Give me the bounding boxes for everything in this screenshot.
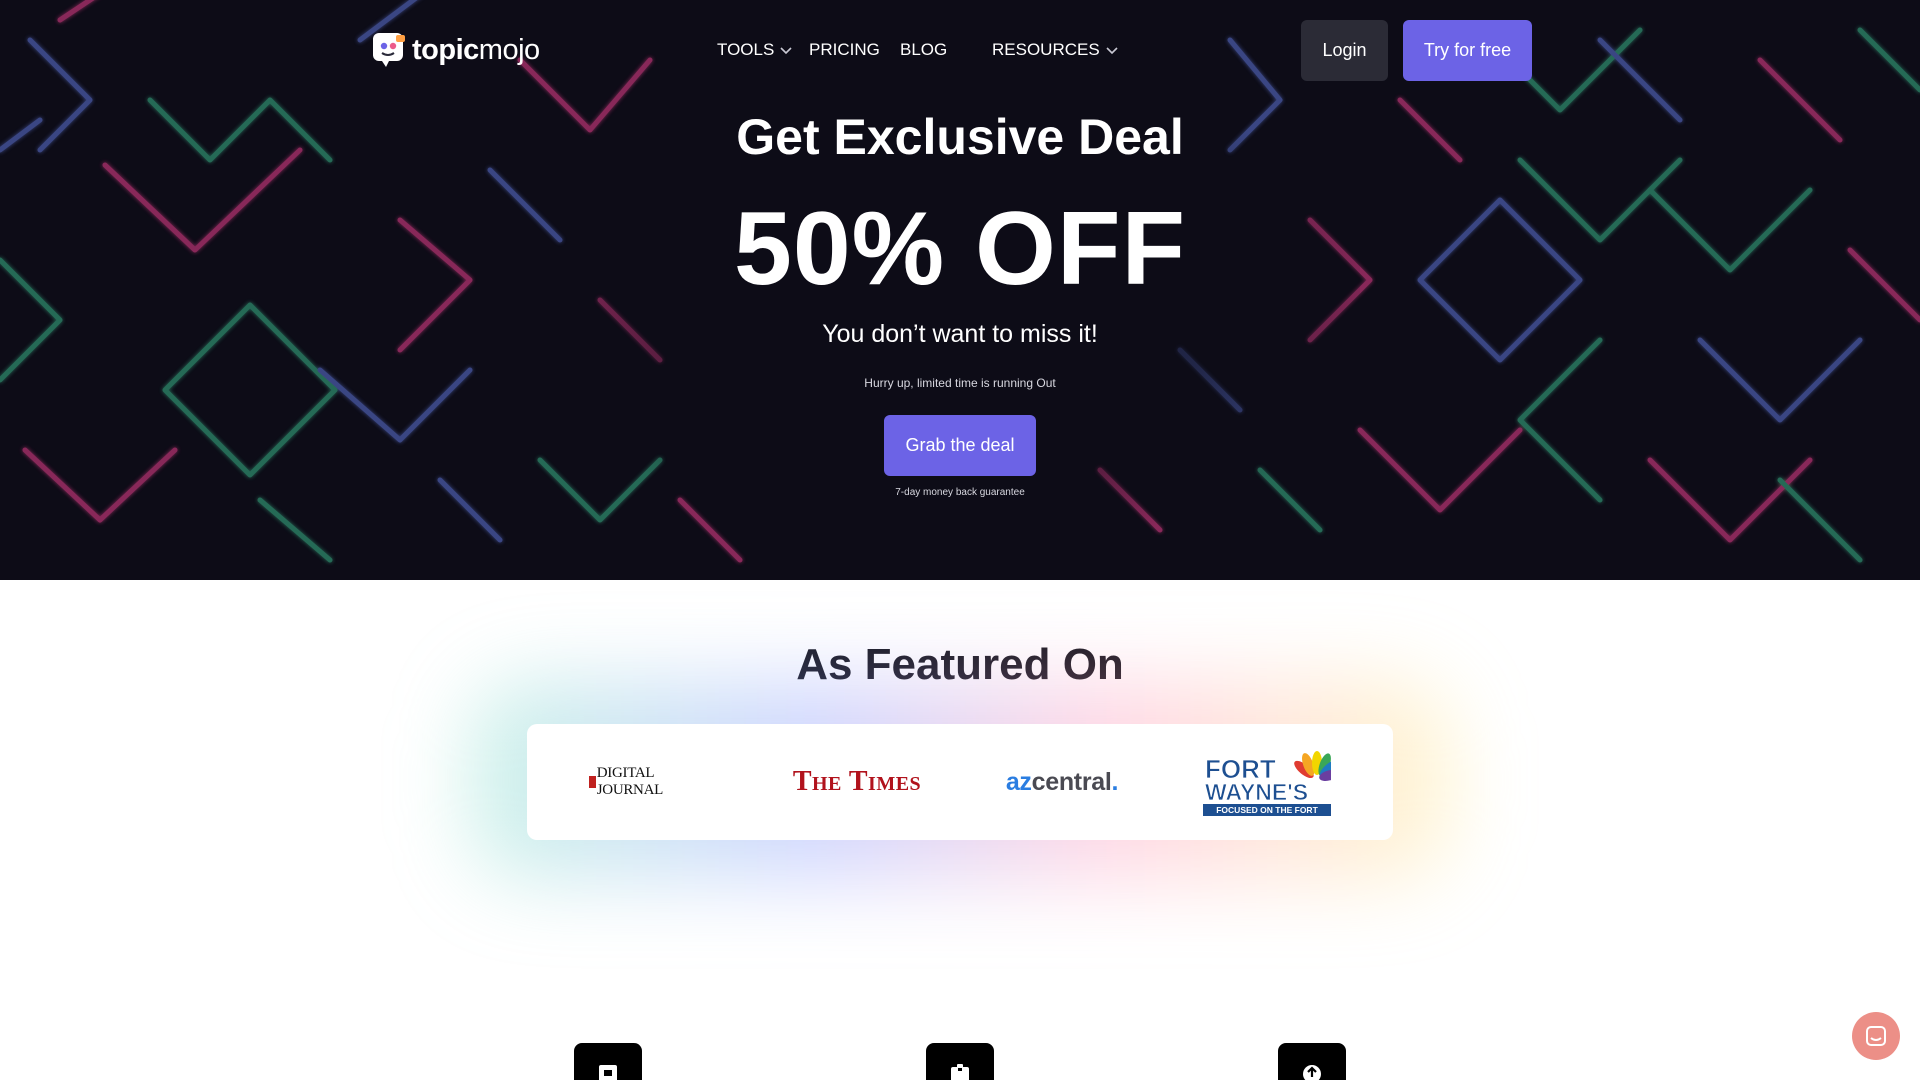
nav-resources[interactable]: RESOURCES bbox=[992, 38, 1118, 62]
clipboard-icon bbox=[951, 1064, 969, 1080]
feature-icon-tile-1 bbox=[574, 1043, 642, 1080]
fort-waynes-line2: WAYNE'S bbox=[1205, 779, 1308, 805]
nav-pricing-label: PRICING bbox=[809, 40, 880, 59]
fort-waynes-tagline: FOCUSED ON THE FORT bbox=[1216, 805, 1318, 815]
chevron-down-icon bbox=[780, 47, 792, 55]
nav-blog-label: BLOG bbox=[900, 40, 948, 59]
hero-urgency-text: Hurry up, limited time is running Out bbox=[864, 376, 1056, 390]
hero-offer: 50% OFF bbox=[734, 191, 1186, 307]
nav-resources-label: RESOURCES bbox=[992, 40, 1100, 59]
calendar-icon bbox=[599, 1065, 617, 1080]
money-back-guarantee-text: 7-day money back guarantee bbox=[895, 487, 1025, 498]
nav-pricing[interactable]: PRICING bbox=[809, 38, 880, 62]
upload-icon bbox=[1303, 1065, 1321, 1080]
digital-journal-logo: DIGITAL JOURNAL bbox=[589, 724, 719, 840]
nav-tools-label: TOOLS bbox=[717, 40, 775, 59]
azcentral-text-az: az bbox=[1005, 767, 1032, 796]
chat-icon bbox=[1866, 1026, 1886, 1046]
azcentral-logo: az central. bbox=[992, 724, 1132, 840]
the-times-logo: The Times bbox=[787, 724, 927, 840]
login-button[interactable]: Login bbox=[1301, 20, 1388, 81]
digital-journal-mark bbox=[589, 776, 596, 788]
featured-logos-card: DIGITAL JOURNAL The Times az central. FOR… bbox=[527, 724, 1393, 840]
nav-blog[interactable]: BLOG bbox=[900, 38, 947, 62]
main-nav: TOOLS PRICING BLOG RESOURCES bbox=[0, 38, 1920, 62]
digital-journal-text: DIGITAL JOURNAL bbox=[596, 765, 664, 798]
nav-tools[interactable]: TOOLS bbox=[717, 38, 792, 62]
hero-headline: Get Exclusive Deal bbox=[736, 109, 1184, 165]
fort-waynes-badge: FORT WAYNE'S FOCUSED ON THE FORT bbox=[1203, 748, 1331, 816]
fort-waynes-logo: FORT WAYNE'S FOCUSED ON THE FORT bbox=[1203, 724, 1331, 840]
try-for-free-button[interactable]: Try for free bbox=[1403, 20, 1532, 81]
azcentral-text-dot: . bbox=[1111, 767, 1119, 796]
the-times-text: The Times bbox=[792, 766, 922, 797]
azcentral-text-central: central bbox=[1031, 767, 1112, 796]
chat-launcher-button[interactable] bbox=[1852, 1012, 1900, 1060]
chevron-down-icon bbox=[1106, 47, 1118, 55]
feature-icon-tile-3 bbox=[1278, 1043, 1346, 1080]
grab-the-deal-button[interactable]: Grab the deal bbox=[884, 415, 1036, 476]
hero-subhead: You don’t want to miss it! bbox=[822, 320, 1098, 348]
hero-section: topicmojo TOOLS PRICING BLOG RESOURCES L… bbox=[0, 0, 1920, 580]
feature-icon-tile-2 bbox=[926, 1043, 994, 1080]
